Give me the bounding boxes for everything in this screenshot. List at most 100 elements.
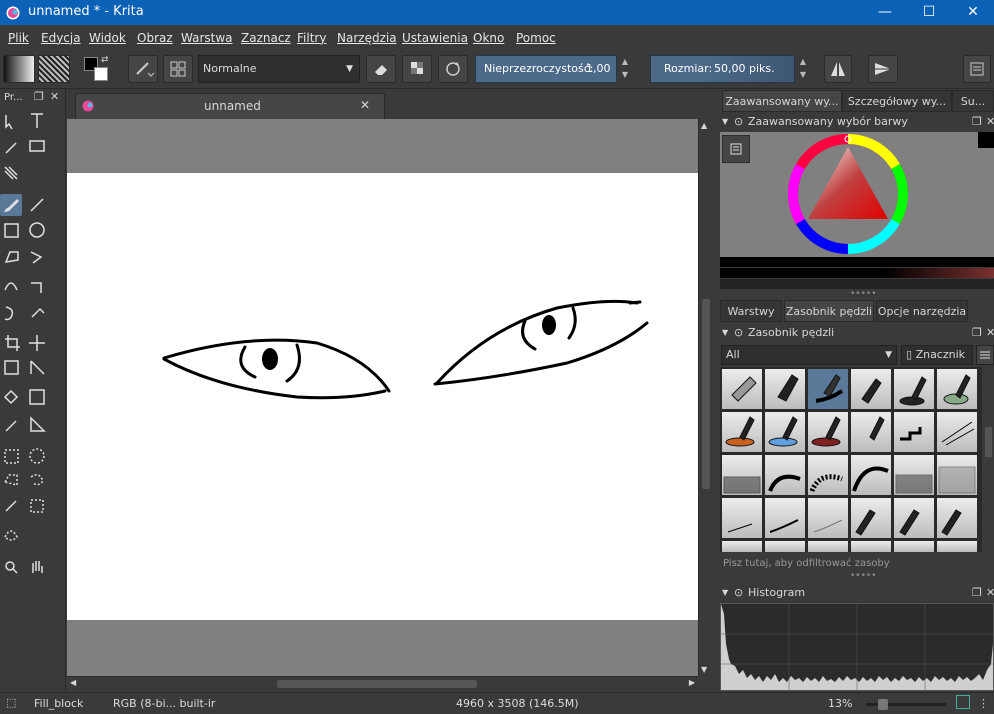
left-eye-upper-lid bbox=[162, 338, 391, 393]
tag-button[interactable]: ▯ Znacznik bbox=[901, 345, 973, 365]
brush-preset-grid bbox=[720, 367, 982, 552]
tab-brush-presets[interactable]: Zasobnik pędzli bbox=[784, 300, 874, 322]
brush-presets-button[interactable] bbox=[163, 55, 193, 83]
tab-advanced-color[interactable]: Zaawansowany wy... bbox=[722, 90, 842, 112]
close-panel-icon[interactable]: ✕ bbox=[986, 584, 994, 602]
brush-grid-scrollbar[interactable] bbox=[983, 367, 994, 552]
float-docker-icon[interactable]: ❐ bbox=[34, 90, 44, 103]
close-panel-icon[interactable]: ✕ bbox=[986, 113, 994, 131]
close-docker-icon[interactable]: ✕ bbox=[50, 90, 59, 103]
menu-filtry[interactable]: Filtry bbox=[297, 31, 326, 45]
calligraphy-icon bbox=[5, 142, 17, 154]
canvas-paper[interactable] bbox=[67, 173, 698, 620]
window-title: unnamed * - Krita bbox=[28, 4, 144, 19]
color-shades-bar-2[interactable] bbox=[720, 279, 994, 289]
close-button[interactable]: ✕ bbox=[950, 0, 994, 25]
reload-preset-button[interactable] bbox=[438, 55, 468, 83]
mirror-horizontal-icon bbox=[831, 62, 845, 76]
color-history-bar[interactable] bbox=[720, 257, 994, 267]
lock-icon[interactable]: ⊙ bbox=[734, 584, 743, 602]
maximize-button[interactable]: ☐ bbox=[906, 0, 952, 25]
mirror-vertical-button[interactable] bbox=[868, 55, 898, 83]
mirror-horizontal-button[interactable] bbox=[824, 55, 852, 83]
menu-obraz[interactable]: Obraz bbox=[137, 31, 173, 45]
hue-ring[interactable] bbox=[786, 132, 910, 256]
scroll-left-icon[interactable]: ◀ bbox=[70, 678, 76, 687]
menu-widok[interactable]: Widok bbox=[89, 31, 126, 45]
menu-narzedzia[interactable]: Narzędzia bbox=[337, 31, 397, 45]
gradient-preset-button[interactable] bbox=[3, 55, 35, 83]
background-color[interactable] bbox=[94, 67, 108, 81]
tool-icons bbox=[3, 113, 46, 574]
scroll-right-icon[interactable]: ▶ bbox=[689, 678, 695, 687]
splitter-grip[interactable]: ••••• bbox=[850, 571, 877, 581]
brush-grid-scroll-thumb[interactable] bbox=[985, 427, 992, 457]
menu-zaznacz[interactable]: Zaznacz bbox=[241, 31, 291, 45]
eyebrow-tick bbox=[628, 300, 642, 305]
canvas-viewport[interactable] bbox=[67, 119, 698, 676]
brush-view-menu[interactable] bbox=[976, 345, 994, 365]
lock-icon[interactable]: ⊙ bbox=[734, 324, 743, 342]
edit-brush-settings-button[interactable] bbox=[128, 55, 158, 83]
menu-okno[interactable]: Okno bbox=[473, 31, 504, 45]
eraser-mode-button[interactable] bbox=[366, 55, 396, 83]
float-panel-icon[interactable]: ❐ bbox=[972, 584, 982, 602]
size-slider[interactable]: Rozmiar: 50,00 piks. bbox=[650, 55, 795, 83]
vertical-scrollbar[interactable]: ▲ ▼ bbox=[698, 119, 712, 676]
horizontal-scroll-thumb[interactable] bbox=[277, 680, 477, 688]
opacity-spin[interactable]: ▲ ▼ bbox=[619, 55, 631, 83]
ellipse-select-icon bbox=[29, 448, 45, 464]
preserve-alpha-button[interactable] bbox=[402, 55, 432, 83]
menu-warstwa[interactable]: Warstwa bbox=[181, 31, 233, 45]
blend-mode-select[interactable]: Normalne ▼ bbox=[198, 55, 360, 83]
tab-close-icon[interactable]: ✕ bbox=[360, 98, 370, 112]
color-space-status[interactable]: RGB (8-bi... built-ir bbox=[113, 697, 215, 710]
document-tab[interactable]: unnamed ✕ bbox=[75, 93, 385, 119]
rect-select-icon bbox=[4, 449, 19, 464]
float-panel-icon[interactable]: ❐ bbox=[972, 113, 982, 131]
color-wheel-area[interactable] bbox=[720, 132, 994, 257]
menu-edycja[interactable]: Edycja bbox=[41, 31, 81, 45]
minimize-button[interactable]: — bbox=[862, 0, 908, 25]
collapse-icon[interactable]: ▼ bbox=[722, 324, 728, 342]
swap-colors-icon[interactable]: ⇄ bbox=[101, 55, 109, 65]
zoom-slider-handle[interactable] bbox=[878, 699, 888, 710]
tab-layers[interactable]: Warstwy bbox=[720, 300, 782, 322]
float-panel-icon[interactable]: ❐ bbox=[972, 324, 982, 342]
blend-mode-value: Normalne bbox=[203, 62, 257, 75]
opacity-label: Nieprzezroczystość: bbox=[484, 62, 594, 75]
menu-plik[interactable]: Plik bbox=[8, 31, 29, 45]
horizontal-scrollbar[interactable]: ◀ ▶ bbox=[67, 676, 698, 690]
current-color-swatch bbox=[978, 132, 994, 148]
menu-ustawienia[interactable]: Ustawienia bbox=[402, 31, 468, 45]
toolbox-title: Pr... bbox=[4, 92, 23, 103]
collapse-icon[interactable]: ▼ bbox=[722, 113, 728, 131]
collapse-icon[interactable]: ▼ bbox=[722, 584, 728, 602]
fg-bg-color-swatch[interactable]: ⇄ bbox=[82, 55, 114, 83]
zoom-slider[interactable] bbox=[866, 699, 946, 710]
pattern-preset-button[interactable] bbox=[38, 55, 70, 83]
close-panel-icon[interactable]: ✕ bbox=[986, 324, 994, 342]
tab-tool-options[interactable]: Opcje narzędzia bbox=[876, 300, 968, 322]
status-menu-icon[interactable]: ⋮ bbox=[978, 697, 989, 710]
lock-icon[interactable]: ⊙ bbox=[734, 113, 743, 131]
brush-filter-select[interactable]: All ▼ bbox=[721, 345, 897, 365]
size-spin[interactable]: ▲ ▼ bbox=[797, 55, 809, 83]
freehand-brush-tool[interactable] bbox=[0, 194, 22, 216]
vertical-scroll-thumb[interactable] bbox=[702, 299, 710, 489]
grid-presets-icon bbox=[170, 61, 186, 77]
selection-icon[interactable]: ⬚ bbox=[6, 696, 16, 709]
fit-to-view-icon[interactable] bbox=[956, 695, 970, 709]
toolbar-menu-button[interactable] bbox=[963, 55, 991, 83]
splitter-grip[interactable]: ••••• bbox=[850, 289, 877, 299]
scroll-up-icon[interactable]: ▲ bbox=[701, 121, 707, 130]
scroll-down-icon[interactable]: ▼ bbox=[701, 665, 707, 674]
opacity-slider[interactable]: Nieprzezroczystość: 1,00 bbox=[475, 55, 617, 83]
tab-specific-color[interactable]: Szczegółowy wy... bbox=[842, 90, 952, 112]
color-settings-button[interactable] bbox=[722, 135, 750, 163]
menu-pomoc[interactable]: Pomoc bbox=[516, 31, 556, 45]
color-picker-icon bbox=[5, 420, 17, 432]
tab-su[interactable]: Su... bbox=[952, 90, 994, 112]
color-shades-bar[interactable] bbox=[720, 268, 994, 278]
main-toolbar: ⇄ Normalne ▼ Nieprzezroczystość: 1,00 ▲ ▼… bbox=[0, 49, 994, 89]
